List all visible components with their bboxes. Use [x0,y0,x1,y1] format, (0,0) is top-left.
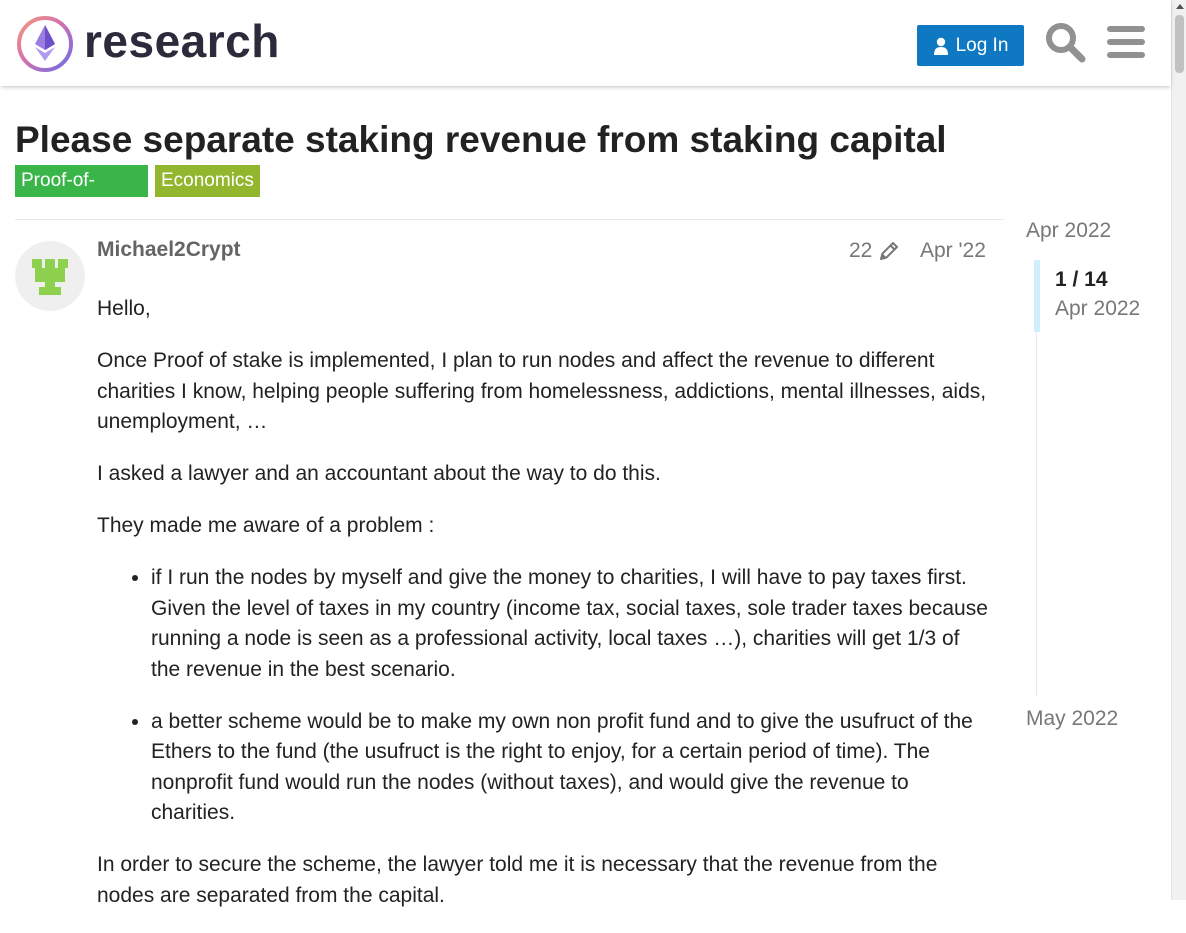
edit-count: 22 [849,239,873,262]
edit-history-button[interactable]: 22 [849,239,900,263]
search-icon[interactable] [1044,21,1086,63]
list-item: if I run the nodes by myself and give th… [151,563,992,685]
timeline-handle[interactable] [1034,260,1040,332]
post-paragraph: I asked a lawyer and an accountant about… [97,462,661,485]
site-header: research Log In [0,0,1171,86]
timeline-current-date: Apr 2022 [1055,297,1141,320]
login-button[interactable]: Log In [917,25,1024,66]
topic-title[interactable]: Please separate staking revenue from sta… [15,119,947,161]
post-author[interactable]: Michael2Crypt [97,238,241,262]
scroll-up-arrow-icon[interactable] [1176,4,1184,9]
post-list: if I run the nodes by myself and give th… [97,563,992,829]
site-logo-text[interactable]: research [84,14,280,68]
avatar[interactable] [15,241,85,311]
vertical-scrollbar[interactable] [1171,0,1186,900]
tag-proof-of-stake[interactable]: Proof-of-Stake [15,165,148,223]
user-icon [933,37,948,55]
post-paragraph: Once Proof of stake is implemented, I pl… [97,349,987,433]
timeline-position: 1 / 14 [1055,268,1108,291]
ethereum-logo-icon[interactable] [16,15,74,73]
timeline-end-date[interactable]: May 2022 [1026,707,1118,731]
pencil-icon [880,242,899,260]
login-label: Log In [955,34,1009,56]
post-body: Hello, Once Proof of stake is implemente… [97,294,992,933]
post-paragraph: They made me aware of a problem : [97,514,435,537]
post-date[interactable]: Apr '22 [920,239,986,263]
list-item: a better scheme would be to make my own … [151,707,992,829]
scrollbar-thumb[interactable] [1175,15,1184,73]
hamburger-menu-icon[interactable] [1107,25,1145,59]
post-paragraph: Hello, [97,297,151,320]
tag-economics[interactable]: Economics [155,165,260,197]
post-paragraph: In order to secure the scheme, the lawye… [97,853,938,907]
divider [15,219,1004,220]
timeline-start-date[interactable]: Apr 2022 [1026,219,1111,243]
